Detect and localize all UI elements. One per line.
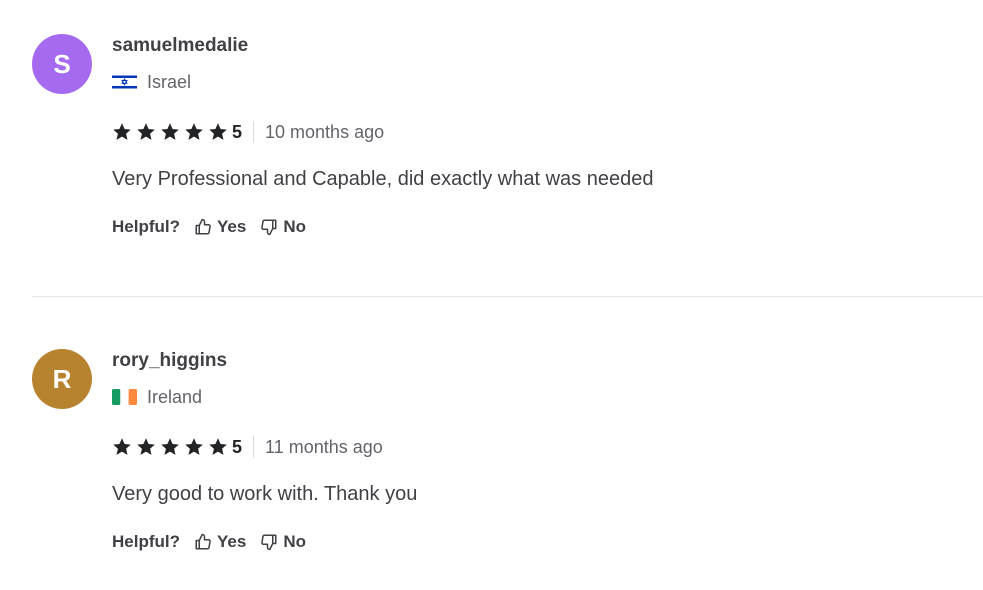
- avatar[interactable]: R: [32, 349, 92, 409]
- star-icon: [113, 123, 131, 140]
- helpful-no-button[interactable]: No: [260, 217, 306, 237]
- star-icon: [185, 123, 203, 140]
- reviewer-username[interactable]: rory_higgins: [112, 349, 972, 373]
- thumbs-up-icon: [195, 218, 211, 235]
- reviewer-country: Israel: [112, 71, 972, 93]
- helpful-row: Helpful? Yes No: [112, 530, 972, 554]
- review-text: Very Professional and Capable, did exact…: [112, 168, 654, 190]
- divider: [32, 296, 983, 297]
- thumbs-up-icon: [195, 533, 211, 550]
- separator: [253, 436, 255, 458]
- thumbs-down-icon: [261, 219, 277, 236]
- yes-label: Yes: [217, 532, 247, 551]
- thumbs-down-icon: [261, 534, 277, 551]
- helpful-row: Helpful? Yes No: [112, 215, 972, 239]
- star-icon: [209, 123, 227, 140]
- country-name: Ireland: [147, 386, 203, 407]
- reviewer-username[interactable]: samuelmedalie: [112, 34, 972, 58]
- avatar[interactable]: S: [32, 34, 92, 94]
- star-icon: [137, 438, 155, 455]
- helpful-label: Helpful?: [112, 532, 180, 551]
- star-icon: [161, 438, 179, 455]
- star-rating: [112, 437, 232, 457]
- helpful-label: Helpful?: [112, 217, 180, 236]
- helpful-no-button[interactable]: No: [260, 532, 306, 552]
- no-label: No: [283, 532, 306, 551]
- star-icon: [161, 123, 179, 140]
- star-icon: [113, 438, 131, 455]
- review-time: 11 months ago: [265, 436, 383, 457]
- rating-value: 5: [232, 121, 243, 142]
- star-icon: [209, 438, 227, 455]
- ireland-flag-icon: [112, 389, 137, 405]
- star-icon: [137, 123, 155, 140]
- helpful-yes-button[interactable]: Yes: [194, 532, 246, 552]
- review-content: rory_higgins Ireland 5 11 months ago Ver…: [112, 349, 972, 554]
- star-icon: [185, 438, 203, 455]
- rating-row: 5 11 months ago: [112, 436, 972, 458]
- country-name: Israel: [147, 71, 192, 92]
- rating-row: 5 10 months ago: [112, 121, 972, 143]
- helpful-yes-button[interactable]: Yes: [194, 217, 246, 237]
- rating-value: 5: [232, 436, 243, 457]
- review-content: samuelmedalie Israel 5 10 months ago Ver…: [112, 34, 972, 239]
- review-time: 10 months ago: [265, 121, 385, 142]
- review-text: Very good to work with. Thank you: [112, 483, 418, 505]
- star-rating: [112, 122, 232, 142]
- reviewer-country: Ireland: [112, 386, 972, 408]
- yes-label: Yes: [217, 217, 247, 236]
- israel-flag-icon: [112, 74, 137, 90]
- no-label: No: [283, 217, 306, 236]
- separator: [253, 121, 255, 143]
